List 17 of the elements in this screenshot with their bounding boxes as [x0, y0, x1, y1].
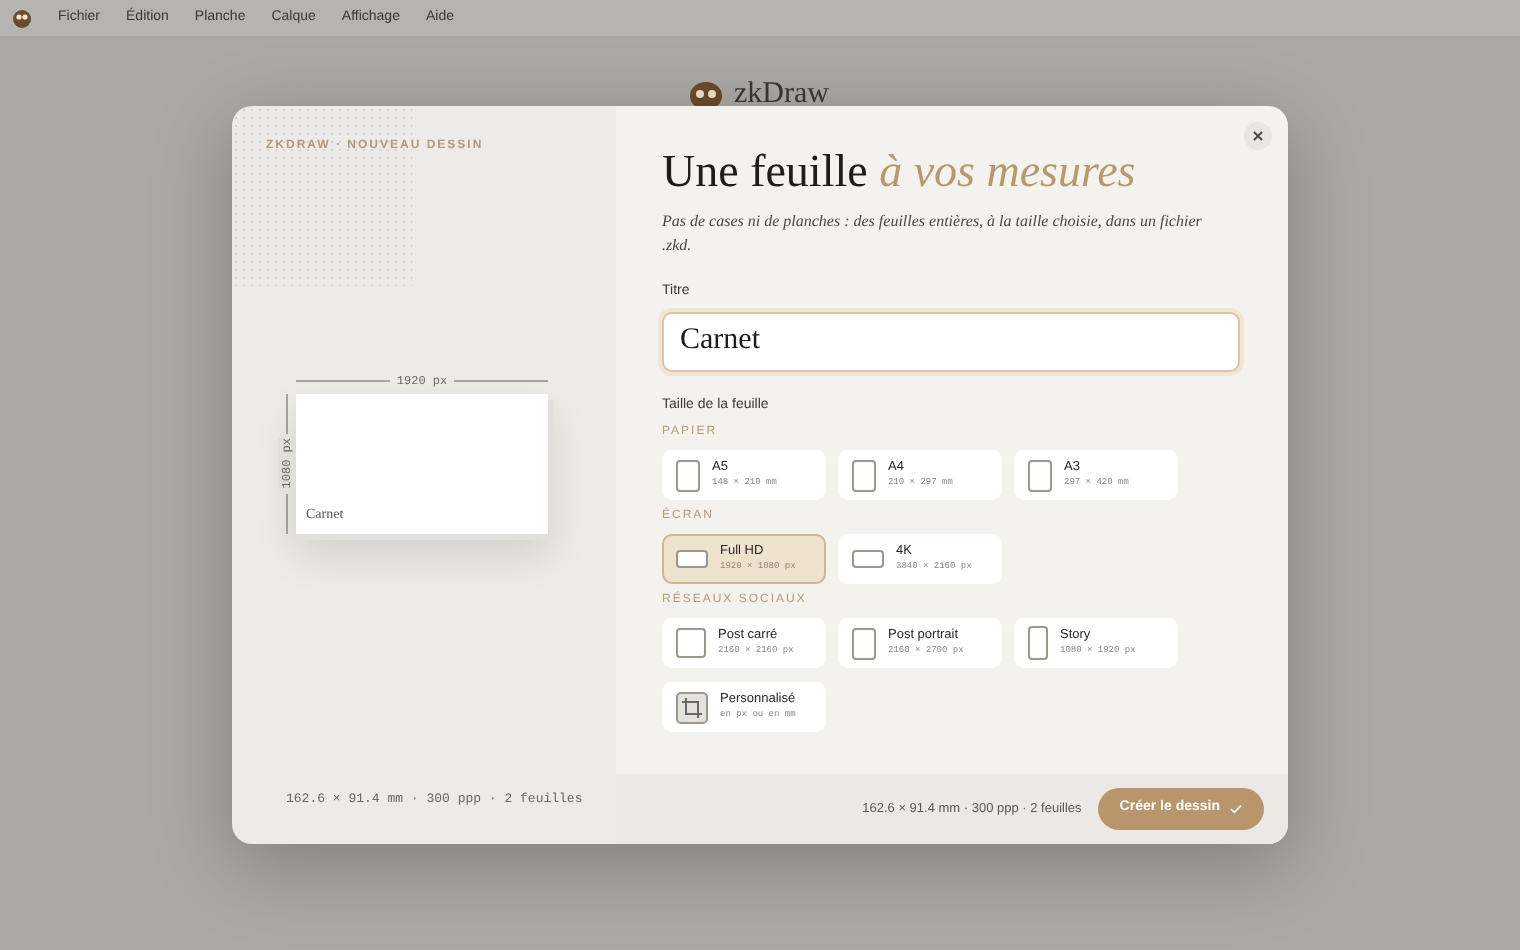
- landscape-sheet-icon: [852, 550, 884, 568]
- app-title: zkDraw: [734, 80, 829, 110]
- owl-icon: [12, 8, 32, 28]
- title-field[interactable]: Carnet: [662, 311, 1240, 371]
- portrait-sheet-icon: [1028, 626, 1048, 660]
- square-sheet-icon: [676, 628, 706, 658]
- close-icon: [1252, 130, 1264, 142]
- crop-icon: [676, 691, 708, 723]
- close-button[interactable]: [1244, 122, 1272, 150]
- portrait-sheet-icon: [676, 459, 700, 491]
- dialog-subtitle: Pas de cases ni de planches : des feuilles entières, à la taille choisie, dans un fichier .zkd.: [662, 210, 1202, 258]
- check-icon: [1230, 804, 1242, 814]
- landscape-sheet-icon: [676, 550, 708, 568]
- portrait-sheet-icon: [1028, 459, 1052, 491]
- portrait-sheet-icon: [852, 459, 876, 491]
- portrait-sheet-icon: [852, 627, 876, 659]
- dialog-title: Une feuille à vos mesures: [662, 146, 1138, 198]
